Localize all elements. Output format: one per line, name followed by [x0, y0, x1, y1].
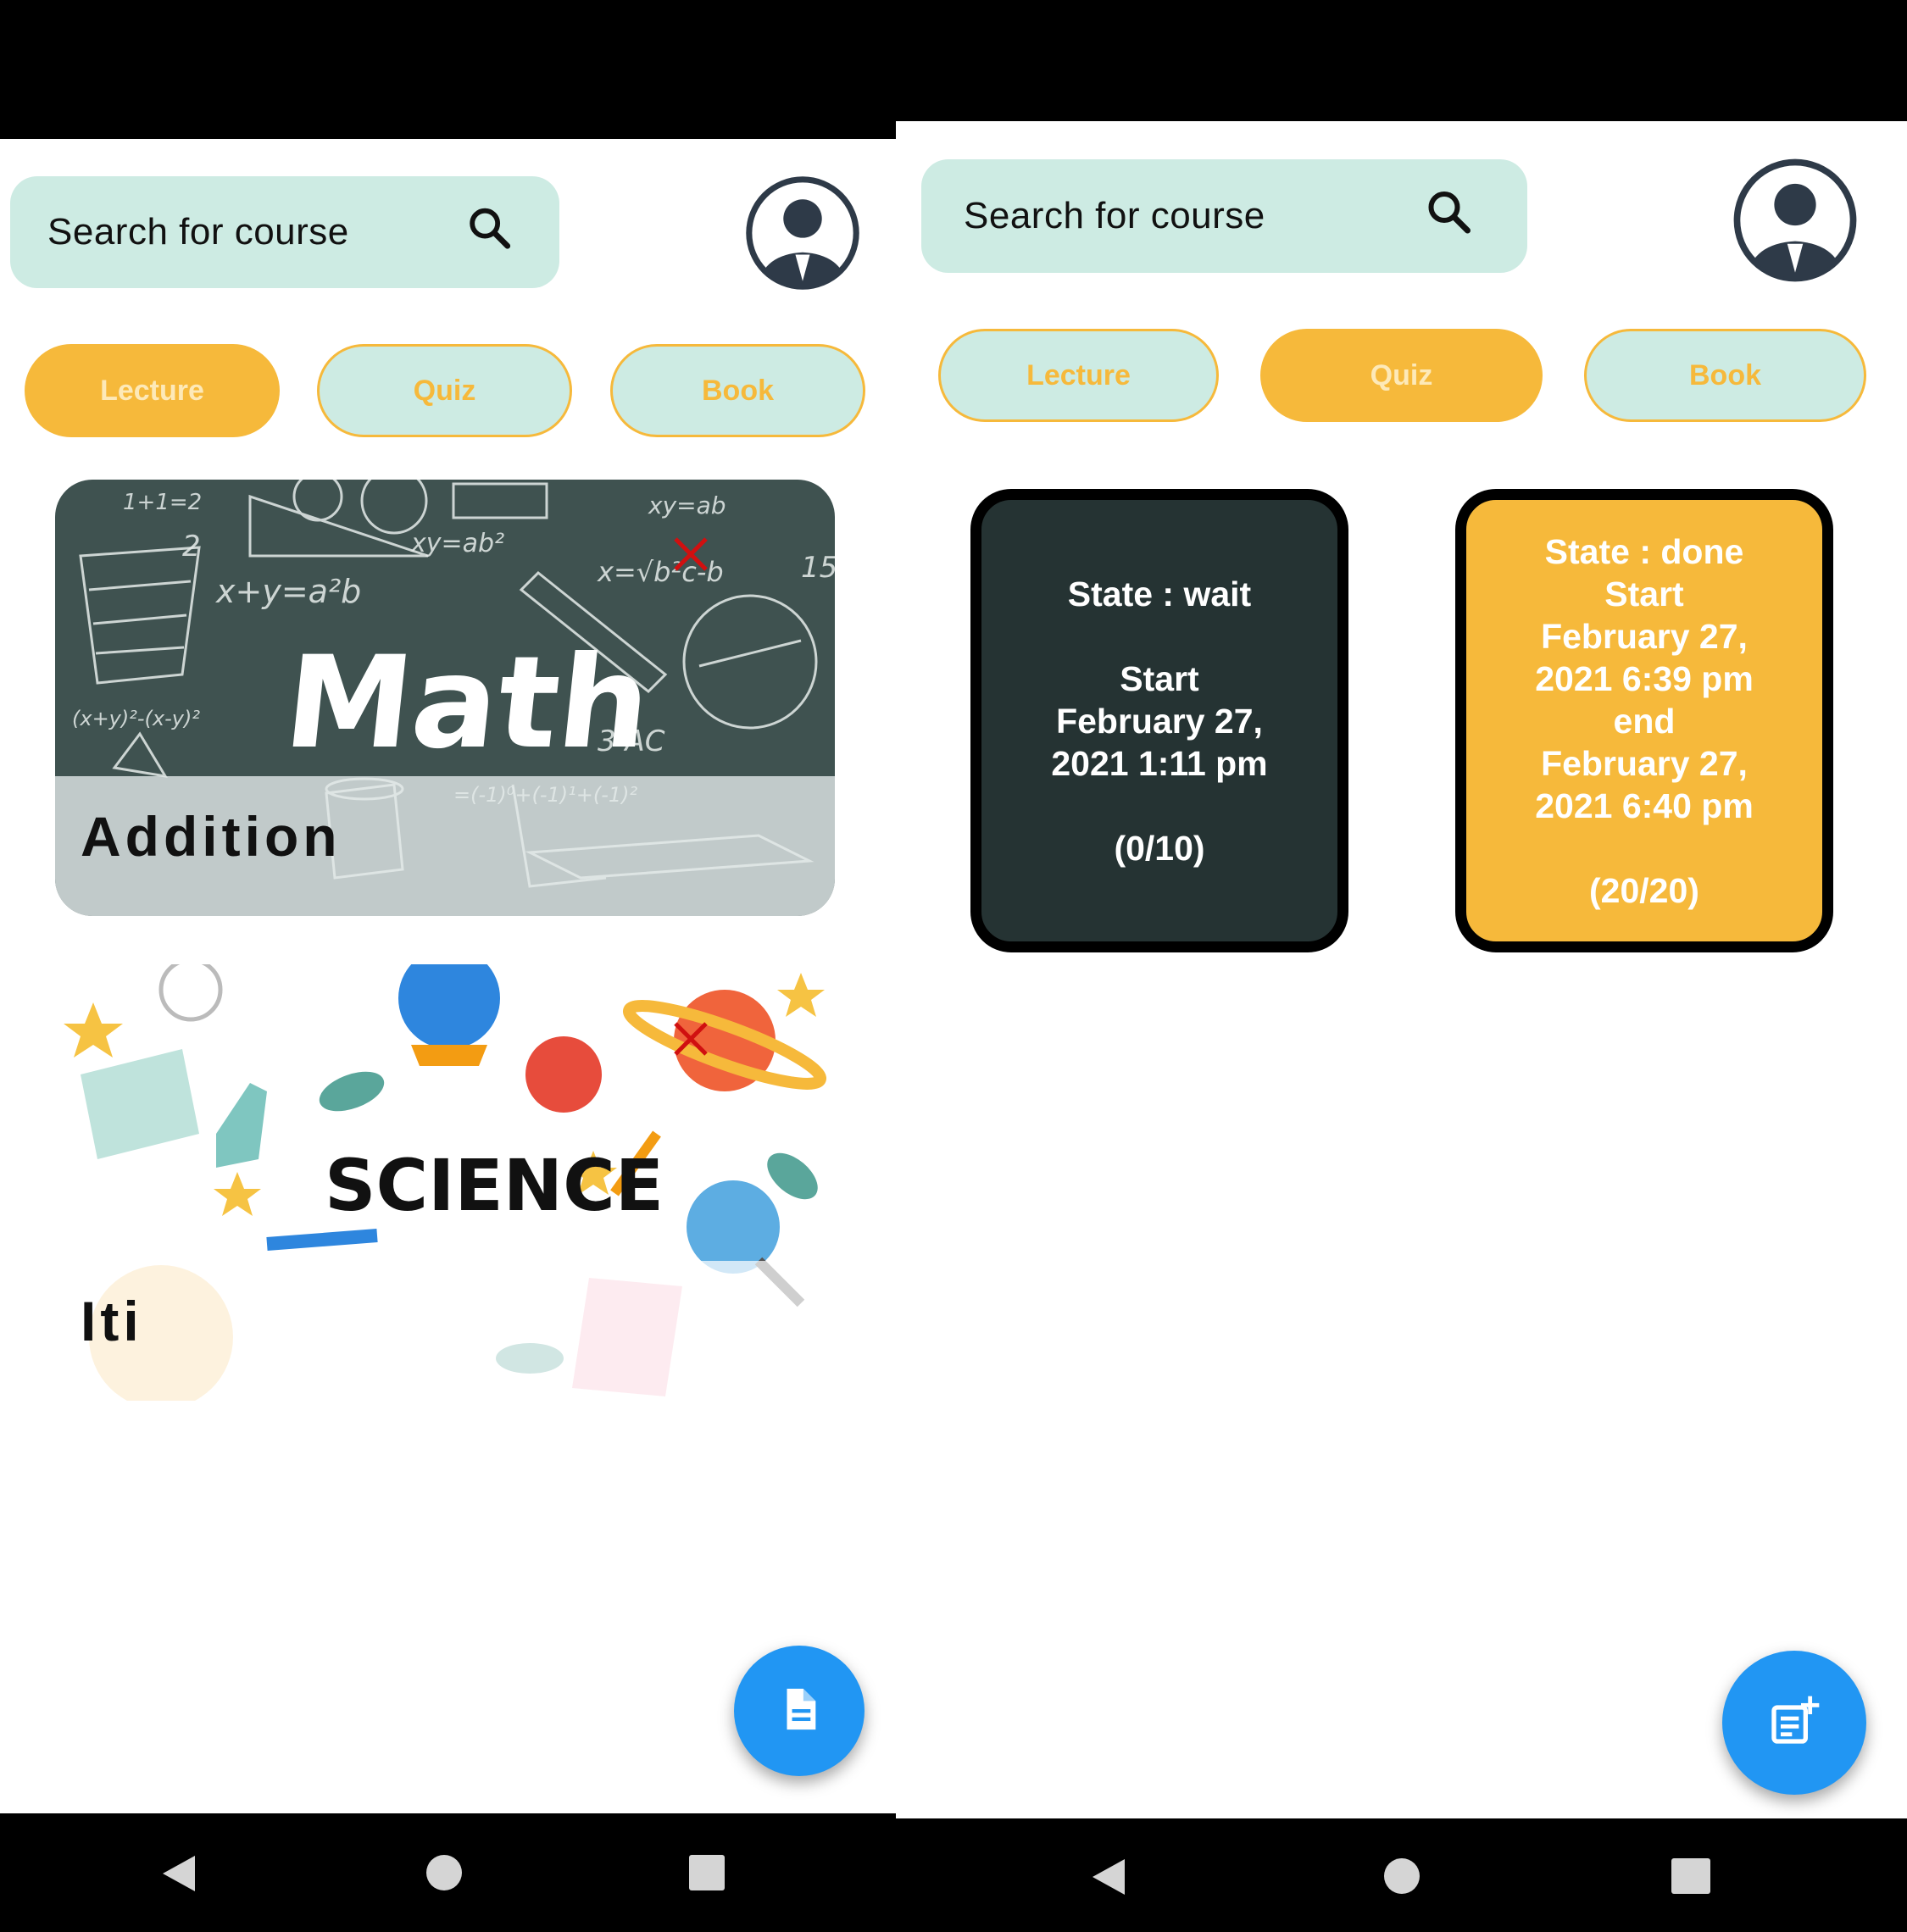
- quiz-card-done[interactable]: State : done Start February 27, 2021 6:3…: [1455, 489, 1833, 952]
- search-bar[interactable]: Search for course: [10, 176, 559, 288]
- quiz-start-time: 2021 1:11 pm: [1051, 743, 1268, 783]
- screen-quiz: Search for course Lecture Quiz Book Stat…: [896, 0, 1907, 1932]
- system-navigation-bar: [0, 1813, 896, 1932]
- course-card-addition[interactable]: x+y=a²b xy=ab² xy=ab x=√b²c-b (x+y)²-(x-…: [55, 480, 835, 916]
- app-content: Search for course Lecture Quiz Book Stat…: [896, 121, 1907, 1818]
- screen-lecture: Search for course Lecture Quiz Book x+y=…: [0, 0, 896, 1932]
- quiz-start-date: February 27,: [1541, 616, 1748, 656]
- account-avatar-icon[interactable]: [1730, 155, 1860, 290]
- search-bar[interactable]: Search for course: [921, 159, 1527, 273]
- quiz-score: (20/20): [1589, 870, 1699, 910]
- recents-icon[interactable]: [1671, 1858, 1710, 1898]
- fab-lecture[interactable]: [734, 1646, 865, 1776]
- svg-text:xy=ab²: xy=ab²: [410, 529, 504, 558]
- quiz-score: (0/10): [1114, 828, 1205, 868]
- quiz-start-date: February 27,: [1056, 701, 1263, 741]
- quiz-start-label: Start: [1120, 658, 1199, 698]
- quiz-start-label: Start: [1604, 574, 1684, 613]
- quiz-state: State : wait: [1067, 574, 1252, 613]
- course-card-iti[interactable]: SCIENCE Iti: [55, 964, 835, 1401]
- recents-icon[interactable]: [689, 1855, 725, 1895]
- thumb-science-text: SCIENCE: [325, 1144, 664, 1227]
- quiz-end-date: February 27,: [1541, 743, 1748, 783]
- tab-book[interactable]: Book: [610, 344, 865, 437]
- post-add-icon: [1767, 1694, 1821, 1752]
- delete-course-icon[interactable]: [672, 1020, 709, 1062]
- document-icon: [775, 1685, 824, 1738]
- svg-text:(x+y)²-(x-y)²: (x+y)²-(x-y)²: [72, 707, 200, 730]
- tab-book[interactable]: Book: [1584, 329, 1866, 422]
- tab-quiz[interactable]: Quiz: [317, 344, 572, 437]
- search-icon[interactable]: [464, 203, 514, 262]
- svg-text:1+1=2: 1+1=2: [123, 490, 202, 515]
- quiz-end-label: end: [1613, 701, 1676, 741]
- course-caption: [55, 1261, 835, 1401]
- quiz-card-wait[interactable]: State : wait Start February 27, 2021 1:1…: [970, 489, 1348, 952]
- app-content: Search for course Lecture Quiz Book x+y=…: [0, 139, 896, 1813]
- back-icon[interactable]: [159, 1854, 198, 1897]
- quiz-start-time: 2021 6:39 pm: [1535, 658, 1754, 698]
- quiz-end-time: 2021 6:40 pm: [1535, 786, 1754, 825]
- svg-text:2: 2: [182, 530, 201, 564]
- svg-text:x+y=a²b: x+y=a²b: [215, 573, 361, 610]
- search-placeholder: Search for course: [47, 211, 349, 253]
- account-avatar-icon[interactable]: [742, 173, 863, 297]
- home-icon[interactable]: [1383, 1857, 1421, 1899]
- svg-text:xy=ab: xy=ab: [648, 491, 726, 519]
- svg-text:15: 15: [801, 551, 835, 585]
- course-name: Addition: [81, 805, 342, 868]
- tab-lecture[interactable]: Lecture: [25, 344, 280, 437]
- thumb-math-text: Math: [278, 629, 657, 777]
- quiz-state: State : done: [1544, 531, 1744, 571]
- delete-course-icon[interactable]: [672, 536, 709, 577]
- system-navigation-bar: [896, 1818, 1907, 1932]
- search-icon[interactable]: [1423, 186, 1474, 247]
- fab-add-quiz[interactable]: [1722, 1651, 1866, 1795]
- back-icon[interactable]: [1089, 1857, 1128, 1901]
- tab-quiz[interactable]: Quiz: [1260, 329, 1543, 422]
- course-name: Iti: [81, 1290, 143, 1352]
- home-icon[interactable]: [425, 1854, 463, 1896]
- tab-lecture[interactable]: Lecture: [938, 329, 1219, 422]
- search-placeholder: Search for course: [964, 195, 1265, 236]
